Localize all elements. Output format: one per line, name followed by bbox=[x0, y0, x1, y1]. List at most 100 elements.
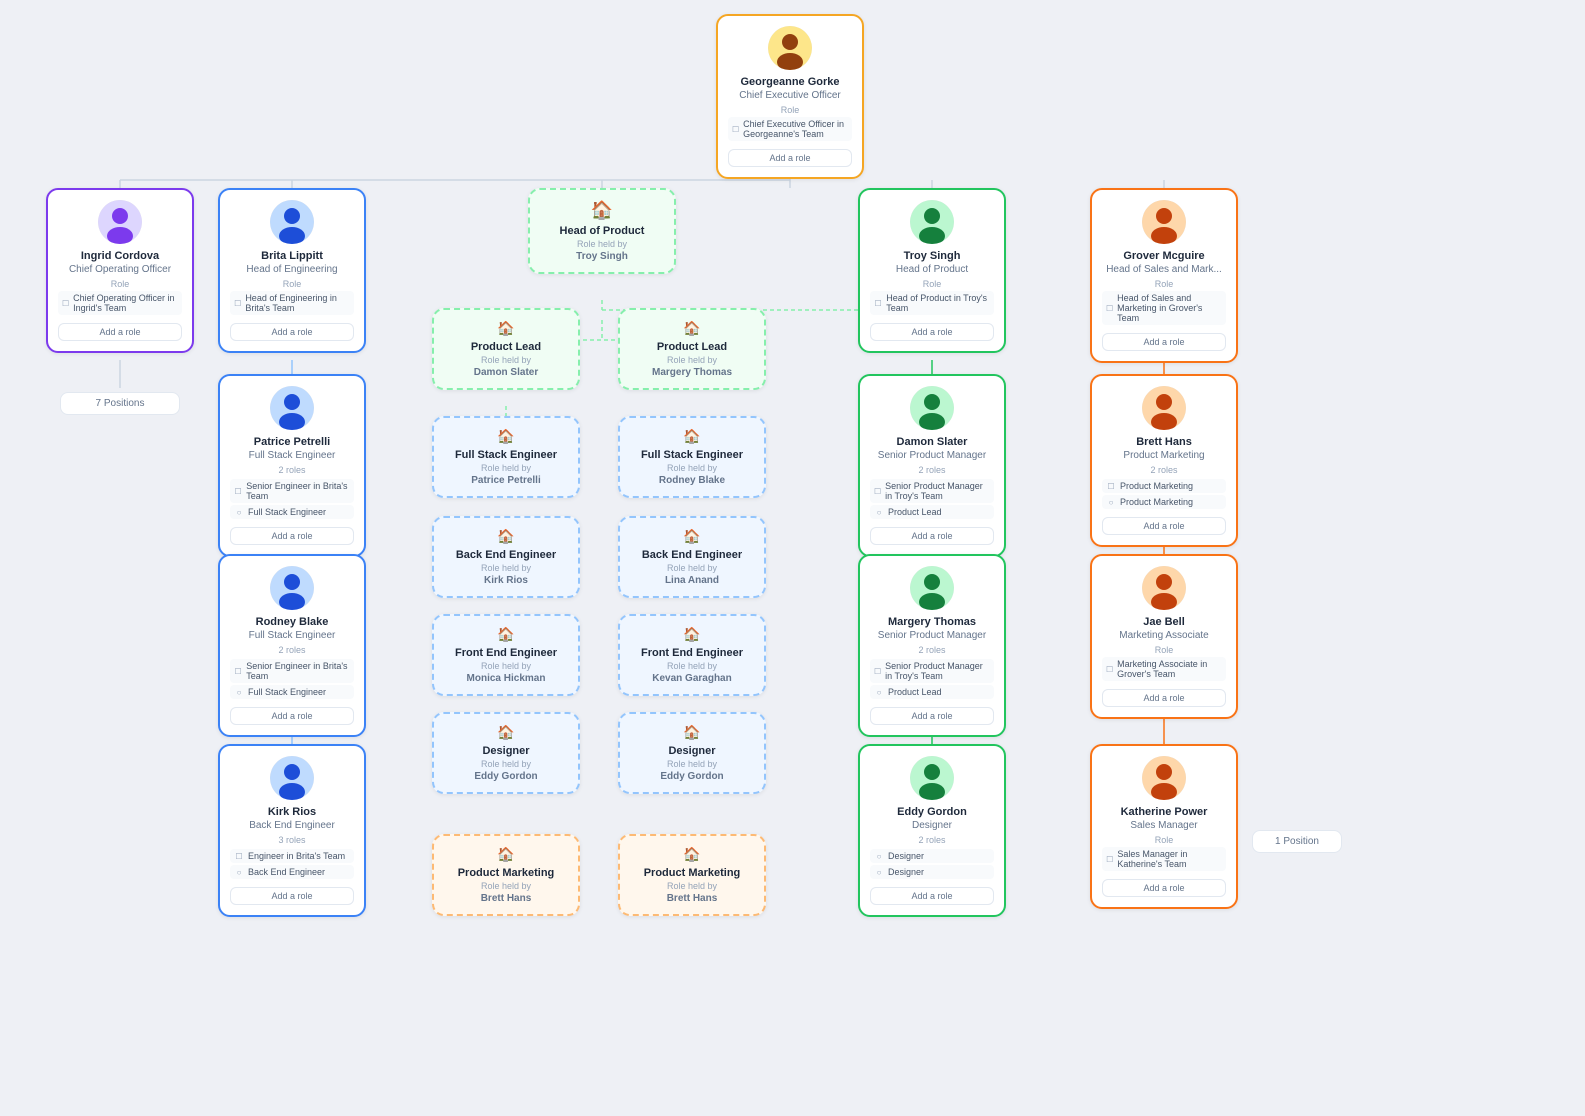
hop-card: Troy Singh Head of Product Role ☐ Head o… bbox=[858, 188, 1006, 353]
kp-name: Katherine Power bbox=[1102, 806, 1226, 818]
hop-title: Head of Product bbox=[870, 264, 994, 275]
hosm-title: Head of Sales and Mark... bbox=[1102, 264, 1226, 275]
hop-role-card: 🏠 Head of Product Role held by Troy Sing… bbox=[528, 188, 676, 274]
kp-role-label: Role bbox=[1102, 835, 1226, 845]
coo-add-role-btn[interactable]: Add a role bbox=[58, 323, 182, 341]
jb-add-role-btn[interactable]: Add a role bbox=[1102, 689, 1226, 707]
kr-title: Back End Engineer bbox=[230, 820, 354, 831]
rb-title: Full Stack Engineer bbox=[230, 630, 354, 641]
kr-role-count: 3 roles bbox=[230, 835, 354, 845]
bh-role-item-1: ☐ Product Marketing bbox=[1102, 479, 1226, 493]
pm1-role-icon: 🏠 bbox=[444, 846, 568, 863]
pp-avatar bbox=[270, 386, 314, 430]
bh-add-role-btn[interactable]: Add a role bbox=[1102, 517, 1226, 535]
rb-role-count: 2 roles bbox=[230, 645, 354, 655]
role-checkbox-icon: ☐ bbox=[234, 298, 241, 308]
mt-add-role-btn[interactable]: Add a role bbox=[870, 707, 994, 725]
fse1-role-title: Full Stack Engineer bbox=[444, 449, 568, 461]
eg-avatar bbox=[910, 756, 954, 800]
fee1-role-title: Front End Engineer bbox=[444, 647, 568, 659]
hop-role-icon: 🏠 bbox=[540, 200, 664, 221]
hoe-role-label: Role bbox=[230, 279, 354, 289]
pl2-role-card: 🏠 Product Lead Role held by Margery Thom… bbox=[618, 308, 766, 390]
bee1-role-icon: 🏠 bbox=[444, 528, 568, 545]
kp-add-role-btn[interactable]: Add a role bbox=[1102, 879, 1226, 897]
pp-role-item-2: ○ Full Stack Engineer bbox=[230, 505, 354, 519]
fee1-role-card: 🏠 Front End Engineer Role held by Monica… bbox=[432, 614, 580, 696]
fse1-role-card: 🏠 Full Stack Engineer Role held by Patri… bbox=[432, 416, 580, 498]
coo-avatar bbox=[98, 200, 142, 244]
pm2-role-title: Product Marketing bbox=[630, 867, 754, 879]
hoe-avatar bbox=[270, 200, 314, 244]
role-circle-icon: ○ bbox=[234, 687, 244, 697]
kp-role-item: ☐ Sales Manager in Katherine's Team bbox=[1102, 847, 1226, 871]
pl1-role-icon: 🏠 bbox=[444, 320, 568, 337]
mt-name: Margery Thomas bbox=[870, 616, 994, 628]
bh-card: Brett Hans Product Marketing 2 roles ☐ P… bbox=[1090, 374, 1238, 547]
bh-role-count: 2 roles bbox=[1102, 465, 1226, 475]
rb-name: Rodney Blake bbox=[230, 616, 354, 628]
hosm-role-item: ☐ Head of Sales and Marketing in Grover'… bbox=[1102, 291, 1226, 325]
kr-avatar bbox=[270, 756, 314, 800]
role-checkbox-icon: ☐ bbox=[732, 124, 739, 134]
bee1-role-title: Back End Engineer bbox=[444, 549, 568, 561]
hosm-role-label: Role bbox=[1102, 279, 1226, 289]
bee1-role-held-label: Role held by bbox=[444, 563, 568, 573]
fse2-role-held-label: Role held by bbox=[630, 463, 754, 473]
katherine-positions-badge: 1 Position bbox=[1252, 830, 1342, 853]
hop-avatar bbox=[910, 200, 954, 244]
coo-role-item: ☐ Chief Operating Officer in Ingrid's Te… bbox=[58, 291, 182, 315]
hoe-add-role-btn[interactable]: Add a role bbox=[230, 323, 354, 341]
ds-role-count: 2 roles bbox=[870, 465, 994, 475]
role-circle-icon: ○ bbox=[234, 867, 244, 877]
rb-add-role-btn[interactable]: Add a role bbox=[230, 707, 354, 725]
jb-role-label: Role bbox=[1102, 645, 1226, 655]
pl1-role-card: 🏠 Product Lead Role held by Damon Slater bbox=[432, 308, 580, 390]
eg-title: Designer bbox=[870, 820, 994, 831]
ds-card: Damon Slater Senior Product Manager 2 ro… bbox=[858, 374, 1006, 557]
hosm-add-role-btn[interactable]: Add a role bbox=[1102, 333, 1226, 351]
ds-title: Senior Product Manager bbox=[870, 450, 994, 461]
kp-avatar bbox=[1142, 756, 1186, 800]
ceo-name: Georgeanne Gorke bbox=[728, 76, 852, 88]
jb-card: Jae Bell Marketing Associate Role ☐ Mark… bbox=[1090, 554, 1238, 719]
coo-name: Ingrid Cordova bbox=[58, 250, 182, 262]
bee2-role-person: Lina Anand bbox=[630, 575, 754, 586]
pm2-role-held-label: Role held by bbox=[630, 881, 754, 891]
pl1-role-held-label: Role held by bbox=[444, 355, 568, 365]
role-circle-icon: ○ bbox=[234, 507, 244, 517]
fee1-role-person: Monica Hickman bbox=[444, 673, 568, 684]
fee2-role-card: 🏠 Front End Engineer Role held by Kevan … bbox=[618, 614, 766, 696]
pp-add-role-btn[interactable]: Add a role bbox=[230, 527, 354, 545]
bee2-role-held-label: Role held by bbox=[630, 563, 754, 573]
jb-name: Jae Bell bbox=[1102, 616, 1226, 628]
mt-avatar bbox=[910, 566, 954, 610]
fse2-role-card: 🏠 Full Stack Engineer Role held by Rodne… bbox=[618, 416, 766, 498]
bee2-role-card: 🏠 Back End Engineer Role held by Lina An… bbox=[618, 516, 766, 598]
pp-role-item-1: ☐ Senior Engineer in Brita's Team bbox=[230, 479, 354, 503]
ceo-add-role-btn[interactable]: Add a role bbox=[728, 149, 852, 167]
pp-title: Full Stack Engineer bbox=[230, 450, 354, 461]
kr-card: Kirk Rios Back End Engineer 3 roles ☐ En… bbox=[218, 744, 366, 917]
fee2-role-person: Kevan Garaghan bbox=[630, 673, 754, 684]
hop-add-role-btn[interactable]: Add a role bbox=[870, 323, 994, 341]
pm2-role-icon: 🏠 bbox=[630, 846, 754, 863]
hop-name: Troy Singh bbox=[870, 250, 994, 262]
rb-role-item-1: ☐ Senior Engineer in Brita's Team bbox=[230, 659, 354, 683]
org-chart: Georgeanne Gorke Chief Executive Officer… bbox=[0, 0, 1585, 1060]
des1-role-card: 🏠 Designer Role held by Eddy Gordon bbox=[432, 712, 580, 794]
des2-role-title: Designer bbox=[630, 745, 754, 757]
pp-name: Patrice Petrelli bbox=[230, 436, 354, 448]
bee1-role-person: Kirk Rios bbox=[444, 575, 568, 586]
pl2-role-icon: 🏠 bbox=[630, 320, 754, 337]
rb-role-item-2: ○ Full Stack Engineer bbox=[230, 685, 354, 699]
kp-title: Sales Manager bbox=[1102, 820, 1226, 831]
kr-add-role-btn[interactable]: Add a role bbox=[230, 887, 354, 905]
eg-add-role-btn[interactable]: Add a role bbox=[870, 887, 994, 905]
fse1-role-icon: 🏠 bbox=[444, 428, 568, 445]
ds-add-role-btn[interactable]: Add a role bbox=[870, 527, 994, 545]
ceo-avatar bbox=[768, 26, 812, 70]
hosm-card: Grover Mcguire Head of Sales and Mark...… bbox=[1090, 188, 1238, 363]
des2-role-card: 🏠 Designer Role held by Eddy Gordon bbox=[618, 712, 766, 794]
jb-title: Marketing Associate bbox=[1102, 630, 1226, 641]
